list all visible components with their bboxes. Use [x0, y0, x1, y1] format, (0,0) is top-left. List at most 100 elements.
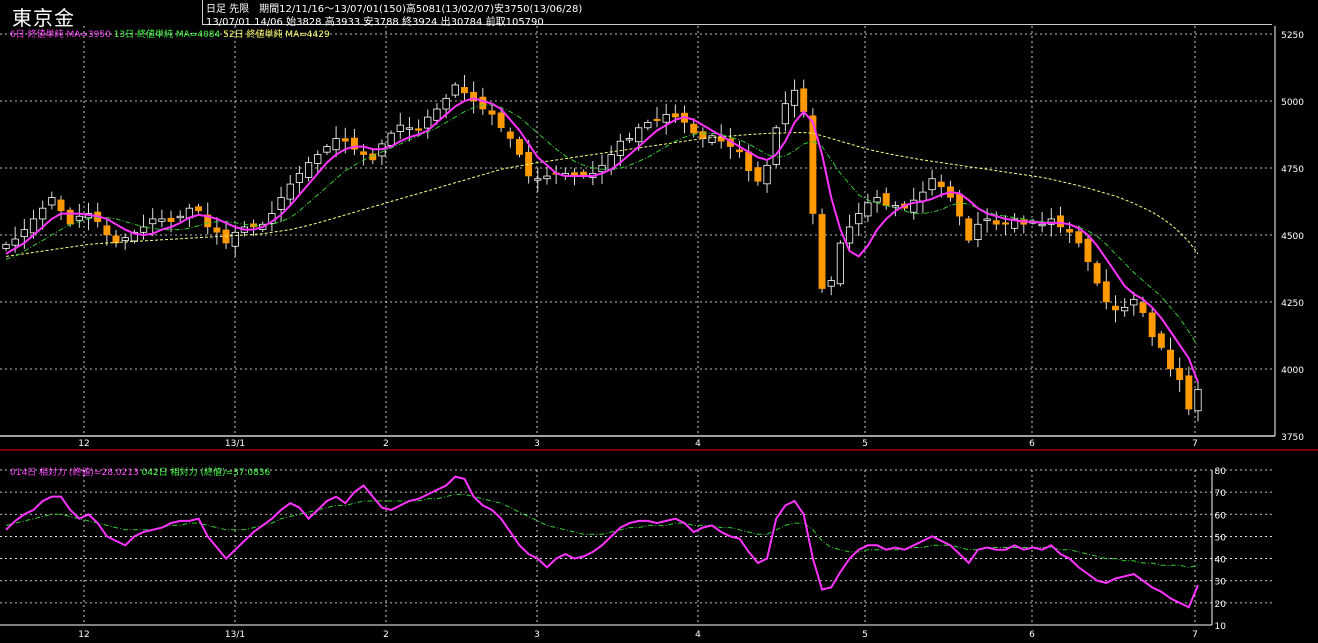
upper-y-tick-label: 3750: [1281, 433, 1304, 443]
candle-body-up: [790, 89, 799, 106]
candle-body-up: [2, 243, 10, 249]
candle-body-down: [497, 112, 505, 129]
upper-x-tick-label: 13/1: [225, 439, 245, 449]
candle-body-down: [66, 209, 74, 225]
candle-body-up: [424, 116, 432, 129]
candle-body-up: [39, 207, 47, 220]
candle-body-up: [295, 172, 304, 183]
candle-body-up: [616, 140, 624, 156]
candle-body-up: [708, 135, 716, 143]
lower-y-tick-label: 80: [1215, 467, 1227, 477]
candle-body-down: [1167, 349, 1174, 370]
candle-body-down: [1112, 305, 1119, 311]
candle-body-up: [231, 231, 239, 247]
candle-body-up: [855, 213, 863, 225]
candle-body-up: [864, 202, 872, 217]
candle-body-down: [653, 118, 661, 121]
rsi42-line: [5, 493, 1199, 568]
candle-body-up: [387, 132, 395, 146]
lower-y-tick-label: 40: [1215, 556, 1227, 566]
ma6-line: [5, 97, 1199, 383]
candle-body-up: [20, 229, 28, 238]
candle-body-up: [304, 162, 313, 178]
candle-body-down: [1001, 222, 1009, 225]
lower-y-tick-label: 60: [1215, 511, 1227, 521]
candle-body-up: [75, 215, 83, 221]
lower-x-tick-label: 5: [862, 630, 868, 640]
lower-x-tick-label: 6: [1029, 630, 1035, 640]
rsi14-line: [5, 475, 1199, 609]
candle-body-up: [451, 84, 459, 96]
ma52-line: [5, 132, 1199, 257]
lower-x-tick-label: 3: [534, 630, 540, 640]
candle-body-up: [1121, 306, 1129, 312]
upper-y-tick-label: 4000: [1281, 366, 1304, 376]
candle-body-down: [1176, 367, 1184, 380]
candle-body-up: [534, 178, 542, 181]
lower-y-tick-label: 10: [1215, 622, 1227, 632]
candle-body-up: [433, 108, 441, 121]
candle-body-up: [974, 223, 982, 240]
candle-body-down: [1148, 312, 1156, 338]
upper-x-tick-label: 3: [534, 439, 540, 449]
lower-x-tick-label: 2: [383, 630, 389, 640]
candle-body-down: [699, 131, 707, 139]
candle-body-up: [121, 237, 129, 242]
candle-body-up: [873, 197, 881, 203]
candle-body-up: [277, 197, 285, 210]
candle-body-down: [1157, 333, 1165, 348]
candle-body-down: [1075, 231, 1083, 244]
candle-body-down: [754, 167, 762, 182]
lower-y-tick-label: 70: [1215, 489, 1227, 499]
candle-body-down: [213, 227, 221, 233]
candle-body-up: [158, 218, 166, 222]
candle-body-up: [1130, 298, 1138, 306]
ma13-line: [5, 104, 1199, 347]
lower-x-tick-label: 13/1: [225, 630, 245, 640]
candle-body-up: [598, 164, 606, 173]
candle-body-up: [625, 138, 634, 141]
candle-body-down: [1066, 229, 1074, 233]
upper-y-tick-label: 4250: [1281, 299, 1304, 309]
candle-body-down: [818, 214, 826, 289]
candle-body-down: [1084, 238, 1092, 263]
candle-body-up: [919, 191, 927, 202]
candle-body-down: [937, 181, 945, 188]
candle-body-down: [112, 235, 120, 244]
candle-body-up: [928, 178, 936, 191]
chart-canvas: 375040004250450047505000525012 13/1 2 3 4 5 6 7…: [0, 26, 1318, 640]
candle-body-up: [1194, 388, 1202, 412]
candle-body-down: [479, 96, 487, 110]
candle-body-up: [11, 238, 19, 246]
candle-body-down: [1093, 263, 1101, 284]
candle-body-down: [671, 113, 679, 118]
lower-x-tick-label: 4: [695, 630, 701, 640]
lower-y-tick-label: 50: [1215, 533, 1227, 543]
lower-x-tick-label: 7: [1192, 630, 1198, 640]
candle-body-down: [800, 88, 808, 112]
candle-body-down: [965, 218, 973, 241]
candle-body-down: [992, 220, 1000, 225]
upper-y-tick-label: 4500: [1281, 232, 1304, 242]
candle-body-down: [1057, 215, 1064, 228]
candle-body-up: [314, 154, 322, 164]
candle-body-down: [488, 110, 496, 115]
candle-body-down: [516, 139, 523, 155]
candle-body-up: [827, 280, 835, 287]
upper-y-tick-label: 4750: [1281, 165, 1304, 175]
candle-body-up: [781, 103, 789, 125]
upper-x-tick-label: 6: [1029, 439, 1035, 449]
candle-body-up: [149, 218, 157, 225]
lower-y-tick-label: 20: [1215, 600, 1227, 610]
candle-body-down: [736, 149, 743, 153]
candle-body-up: [29, 218, 38, 234]
candle-body-down: [956, 194, 964, 217]
candle-body-up: [286, 183, 294, 200]
candle-body-down: [1185, 375, 1193, 410]
candle-body-up: [48, 197, 56, 206]
candle-body-down: [57, 199, 65, 212]
candle-body-down: [745, 151, 753, 171]
candle-body-up: [543, 175, 551, 180]
candle-body-down: [167, 217, 175, 222]
candle-body-up: [662, 114, 670, 123]
